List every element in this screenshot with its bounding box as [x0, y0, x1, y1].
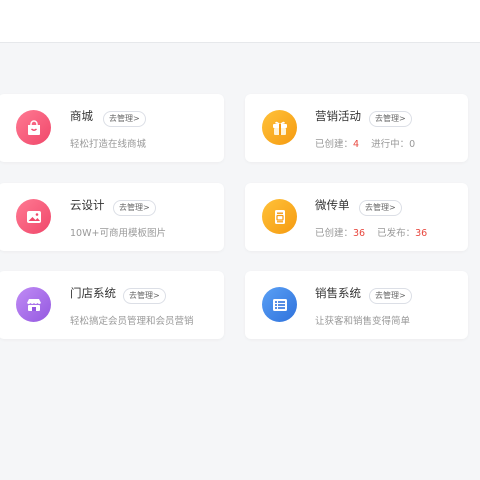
- card-sales-system[interactable]: 销售系统 去管理> 让获客和销售变得简单: [245, 271, 468, 339]
- card-cloud-design[interactable]: 云设计 去管理> 10W+可商用模板图片: [0, 183, 224, 251]
- card-store-system[interactable]: 门店系统 去管理> 轻松搞定会员管理和会员营销: [0, 271, 224, 339]
- shopping-bag-icon: [16, 110, 51, 145]
- list-icon: [262, 287, 297, 322]
- storefront-icon: [16, 287, 51, 322]
- card-subtitle: 轻松打造在线商城: [70, 139, 147, 150]
- card-title: 营销活动: [315, 109, 361, 123]
- stat-value: 4: [353, 139, 360, 150]
- stat-value: 36: [415, 228, 428, 239]
- stat-label: 进行中：: [371, 139, 410, 150]
- card-mall[interactable]: 商城 去管理> 轻松打造在线商城: [0, 94, 224, 162]
- card-title: 商城: [70, 109, 93, 123]
- card-title: 云设计: [70, 198, 105, 212]
- stat-value: 36: [353, 228, 366, 239]
- card-title: 门店系统: [70, 286, 116, 300]
- card-subtitle: 10W+可商用模板图片: [70, 228, 166, 239]
- card-title: 销售系统: [315, 286, 361, 300]
- stat-label: 已发布：: [377, 228, 416, 239]
- card-subtitle: 轻松搞定会员管理和会员营销: [70, 316, 194, 327]
- card-micro-flyer[interactable]: 微传单 去管理> 已创建：36 已发布：36: [245, 183, 468, 251]
- card-marketing-activity[interactable]: 营销活动 去管理> 已创建：4 进行中：0: [245, 94, 468, 162]
- stat-label: 已创建：: [315, 228, 354, 239]
- manage-button[interactable]: 去管理>: [369, 111, 412, 127]
- gift-box-icon: [262, 110, 297, 145]
- manage-button[interactable]: 去管理>: [123, 288, 166, 304]
- stat-label: 已创建：: [315, 139, 354, 150]
- top-header-bar: [0, 0, 480, 43]
- manage-button[interactable]: 去管理>: [103, 111, 146, 127]
- card-title: 微传单: [315, 198, 350, 212]
- card-stats: 已创建：4 进行中：0: [315, 136, 415, 150]
- manage-button[interactable]: 去管理>: [359, 200, 402, 216]
- card-stats: 已创建：36 已发布：36: [315, 225, 427, 239]
- stat-value: 0: [409, 139, 416, 150]
- card-subtitle: 让获客和销售变得简单: [315, 316, 411, 327]
- flyer-icon: [262, 199, 297, 234]
- manage-button[interactable]: 去管理>: [113, 200, 156, 216]
- manage-button[interactable]: 去管理>: [369, 288, 412, 304]
- image-icon: [16, 199, 51, 234]
